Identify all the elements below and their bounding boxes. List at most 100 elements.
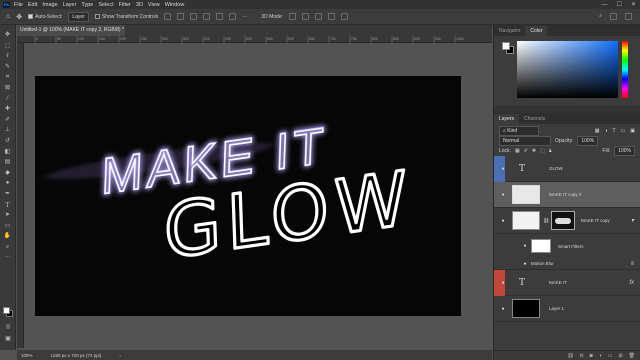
scale-3d-icon[interactable] xyxy=(340,13,348,20)
menu-filter[interactable]: Filter xyxy=(119,2,131,8)
align-middle-icon[interactable] xyxy=(216,13,224,20)
filter-adjust-icon[interactable]: ◑ xyxy=(604,128,607,134)
lock-move-icon[interactable]: ✥ xyxy=(532,148,536,154)
rectangle-tool-icon[interactable]: ▭ xyxy=(2,222,14,231)
quick-select-tool-icon[interactable]: ✎ xyxy=(2,63,14,72)
filter-type-icon[interactable]: T xyxy=(612,128,615,134)
layer-row-make-it[interactable]: ● T MAKE IT fx xyxy=(494,270,640,296)
transform-controls-checkbox[interactable]: Show Transform Controls xyxy=(94,14,158,20)
document-canvas[interactable]: MAKE IT MAKE IT GLOW xyxy=(35,76,461,316)
lasso-tool-icon[interactable]: ℓ xyxy=(2,52,14,61)
motion-blur-row[interactable]: ● Motion Blur ≡ xyxy=(494,258,640,270)
share-icon[interactable] xyxy=(625,13,632,20)
layer-row-make-it-copy[interactable]: ● ⛓ MAKE IT copy ▾ xyxy=(494,208,640,234)
fill-field[interactable]: 100% xyxy=(614,146,635,156)
tab-color[interactable]: Color xyxy=(525,26,548,36)
path-selection-tool-icon[interactable]: ➤ xyxy=(2,211,14,220)
tab-navigator[interactable]: Navigator xyxy=(494,26,525,36)
hand-tool-icon[interactable]: ✋ xyxy=(2,232,14,241)
add-fx-icon[interactable]: fx xyxy=(580,353,584,359)
foreground-background-colors[interactable] xyxy=(3,307,13,317)
visibility-eye-icon[interactable]: ● xyxy=(522,243,528,249)
pen-tool-icon[interactable]: ✒ xyxy=(2,190,14,199)
roll-3d-icon[interactable] xyxy=(301,13,309,20)
chain-link-icon[interactable]: ⛓ xyxy=(543,218,549,224)
layer-row-layer-1[interactable]: ● Layer 1 xyxy=(494,296,640,322)
menu-file[interactable]: File xyxy=(14,2,23,8)
new-group-icon[interactable]: ▭ xyxy=(608,353,613,359)
visibility-eye-icon[interactable]: ● xyxy=(522,261,528,267)
menu-edit[interactable]: Edit xyxy=(28,2,37,8)
align-bottom-icon[interactable] xyxy=(229,13,237,20)
align-right-icon[interactable] xyxy=(190,13,198,20)
close-icon[interactable]: ✕ xyxy=(631,1,636,8)
edit-toolbar-icon[interactable]: ··· xyxy=(2,253,14,262)
new-layer-icon[interactable]: ⊞ xyxy=(618,353,622,359)
foreground-color-swatch[interactable] xyxy=(3,307,10,314)
visibility-eye-icon[interactable]: ● xyxy=(500,166,506,172)
filter-options-icon[interactable]: ≡ xyxy=(630,261,634,267)
menu-view[interactable]: View xyxy=(148,2,160,8)
visibility-eye-icon[interactable]: ● xyxy=(500,306,506,312)
lock-artboard-icon[interactable]: ⬚ xyxy=(540,148,545,154)
visibility-eye-icon[interactable]: ● xyxy=(500,192,506,198)
lock-all-icon[interactable]: 🔒︎ xyxy=(549,148,552,154)
brush-tool-icon[interactable]: ✐ xyxy=(2,116,14,125)
opacity-field[interactable]: 100% xyxy=(577,136,599,146)
trash-icon[interactable]: 🗑︎ xyxy=(629,353,635,359)
add-mask-icon[interactable]: ◙ xyxy=(590,353,593,359)
eraser-tool-icon[interactable]: ◧ xyxy=(2,148,14,157)
document-tab[interactable]: Untitled-1 @ 100% (MAKE IT copy 2, RGB/8… xyxy=(17,25,130,36)
visibility-eye-icon[interactable]: ● xyxy=(500,218,506,224)
home-icon[interactable]: ⌂ xyxy=(6,13,10,20)
smart-filters-row[interactable]: ● Smart Filters xyxy=(494,234,640,258)
blend-mode-dropdown[interactable]: Normal xyxy=(499,136,551,146)
zoom-level[interactable]: 100% xyxy=(21,353,33,358)
quick-mask-icon[interactable]: ◎ xyxy=(2,323,14,332)
workspace-icon[interactable] xyxy=(610,13,617,20)
auto-select-dropdown[interactable]: Layer xyxy=(68,11,89,22)
minimize-icon[interactable]: — xyxy=(602,2,608,8)
more-options-icon[interactable]: ··· xyxy=(242,14,247,20)
auto-select-checkbox[interactable]: Auto-Select: xyxy=(28,14,62,20)
color-fg-swatch[interactable] xyxy=(502,42,510,50)
lock-pixels-icon[interactable]: ▦ xyxy=(515,148,520,154)
layer-effects-icon[interactable]: fx xyxy=(629,280,634,286)
orbit-3d-icon[interactable] xyxy=(288,13,296,20)
link-layers-icon[interactable]: ⛓ xyxy=(567,353,573,359)
history-brush-tool-icon[interactable]: ↺ xyxy=(2,137,14,146)
tab-channels[interactable]: Channels xyxy=(519,114,550,124)
menu-3d[interactable]: 3D xyxy=(136,2,143,8)
filter-shape-icon[interactable]: ▭ xyxy=(621,128,626,134)
crop-tool-icon[interactable]: ⌗ xyxy=(2,73,14,82)
dodge-tool-icon[interactable]: ● xyxy=(2,179,14,188)
gradient-tool-icon[interactable]: ▤ xyxy=(2,158,14,167)
move-tool-icon[interactable]: ✥ xyxy=(2,31,14,40)
maximize-icon[interactable]: ☐ xyxy=(617,1,622,8)
menu-layer[interactable]: Layer xyxy=(63,2,77,8)
search-icon[interactable]: ⌕ xyxy=(599,13,602,20)
color-picker-field[interactable] xyxy=(517,41,618,98)
eyedropper-tool-icon[interactable]: ⁄ xyxy=(2,95,14,104)
layer-row-make-it-copy-2[interactable]: ● MAKE IT copy 2 xyxy=(494,182,640,208)
filter-smart-icon[interactable]: ▣ xyxy=(630,128,635,134)
align-left-icon[interactable] xyxy=(164,13,172,20)
adjustment-layer-icon[interactable]: ◑ xyxy=(599,353,602,359)
menu-select[interactable]: Select xyxy=(98,2,113,8)
frame-tool-icon[interactable]: ⊠ xyxy=(2,84,14,93)
menu-type[interactable]: Type xyxy=(81,2,93,8)
tab-layers[interactable]: Layers xyxy=(494,114,520,124)
drag-3d-icon[interactable] xyxy=(314,13,322,20)
layer-filter-dropdown[interactable]: ⌕ Kind xyxy=(499,126,539,136)
type-tool-icon[interactable]: T xyxy=(2,201,14,210)
zoom-tool-icon[interactable]: ⌕ xyxy=(2,243,14,252)
visibility-eye-icon[interactable]: ● xyxy=(500,280,506,286)
screen-mode-icon[interactable]: ▣ xyxy=(2,335,14,344)
menu-window[interactable]: Window xyxy=(165,2,185,8)
menu-image[interactable]: Image xyxy=(42,2,57,8)
align-center-icon[interactable] xyxy=(177,13,185,20)
healing-brush-tool-icon[interactable]: ✚ xyxy=(2,105,14,114)
status-arrow-icon[interactable]: › xyxy=(119,353,121,358)
layer-mask-thumbnail[interactable] xyxy=(551,211,575,230)
clone-stamp-tool-icon[interactable]: ⊥ xyxy=(2,126,14,135)
